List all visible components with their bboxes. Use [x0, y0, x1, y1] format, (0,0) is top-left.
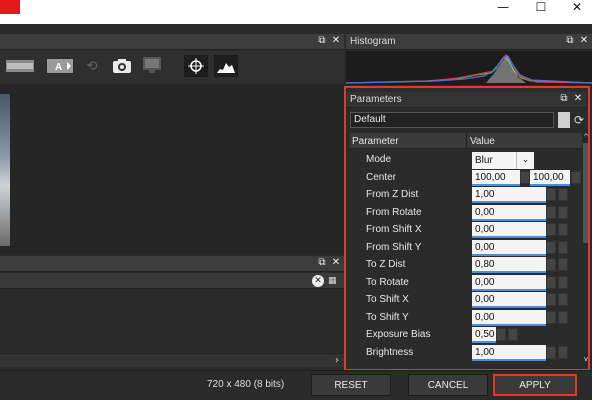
reset-button[interactable]: RESET [311, 374, 391, 396]
close-icon[interactable]: ✕ [330, 35, 342, 47]
scroll-right-icon[interactable]: › [332, 354, 342, 367]
svg-text:A: A [55, 62, 62, 73]
horizontal-scrollbar[interactable]: › [0, 353, 344, 367]
viewer-panel-header: ⧉ ✕ [0, 34, 344, 50]
crosshair-icon[interactable] [184, 55, 208, 77]
film-strip-icon[interactable] [6, 57, 34, 75]
camera-icon[interactable] [108, 57, 136, 75]
toolbar: A ⟲ [0, 51, 344, 83]
clear-icon[interactable]: ✕ [312, 275, 324, 287]
monitor-icon[interactable] [138, 56, 166, 74]
dock-icon[interactable]: ⧉ [564, 35, 576, 47]
text-overlay-icon[interactable]: A [46, 57, 74, 75]
histogram-panel-header: Histogram ⧉ ✕ [346, 34, 592, 50]
dock-icon[interactable]: ⧉ [316, 35, 328, 47]
image-preview [0, 94, 10, 246]
histogram-icon[interactable] [214, 55, 238, 77]
lower-panel-content [0, 290, 344, 352]
parameters-highlight [344, 86, 590, 371]
apply-button[interactable]: APPLY [493, 374, 577, 396]
resolution-label: 720 x 480 (8 bits) [207, 379, 285, 390]
app-icon [0, 0, 20, 14]
sync-icon[interactable]: ⟲ [78, 57, 106, 75]
histogram-graph [346, 51, 592, 85]
close-icon[interactable]: ✕ [578, 35, 590, 47]
cancel-button[interactable]: CANCEL [408, 374, 488, 396]
title-bar: — ☐ ✕ [0, 0, 592, 24]
image-viewer[interactable] [0, 84, 344, 254]
close-icon[interactable]: ✕ [330, 257, 342, 269]
maximize-button[interactable]: ☐ [524, 0, 558, 14]
grid-view-icon[interactable]: ▦ [328, 275, 340, 287]
minimize-button[interactable]: — [486, 0, 520, 14]
lower-panel-toolbar: ✕ ▦ [0, 273, 344, 289]
histogram-title: Histogram [350, 36, 396, 47]
close-button[interactable]: ✕ [560, 0, 592, 14]
lower-panel-header: ⧉ ✕ [0, 256, 344, 272]
dock-icon[interactable]: ⧉ [316, 257, 328, 269]
